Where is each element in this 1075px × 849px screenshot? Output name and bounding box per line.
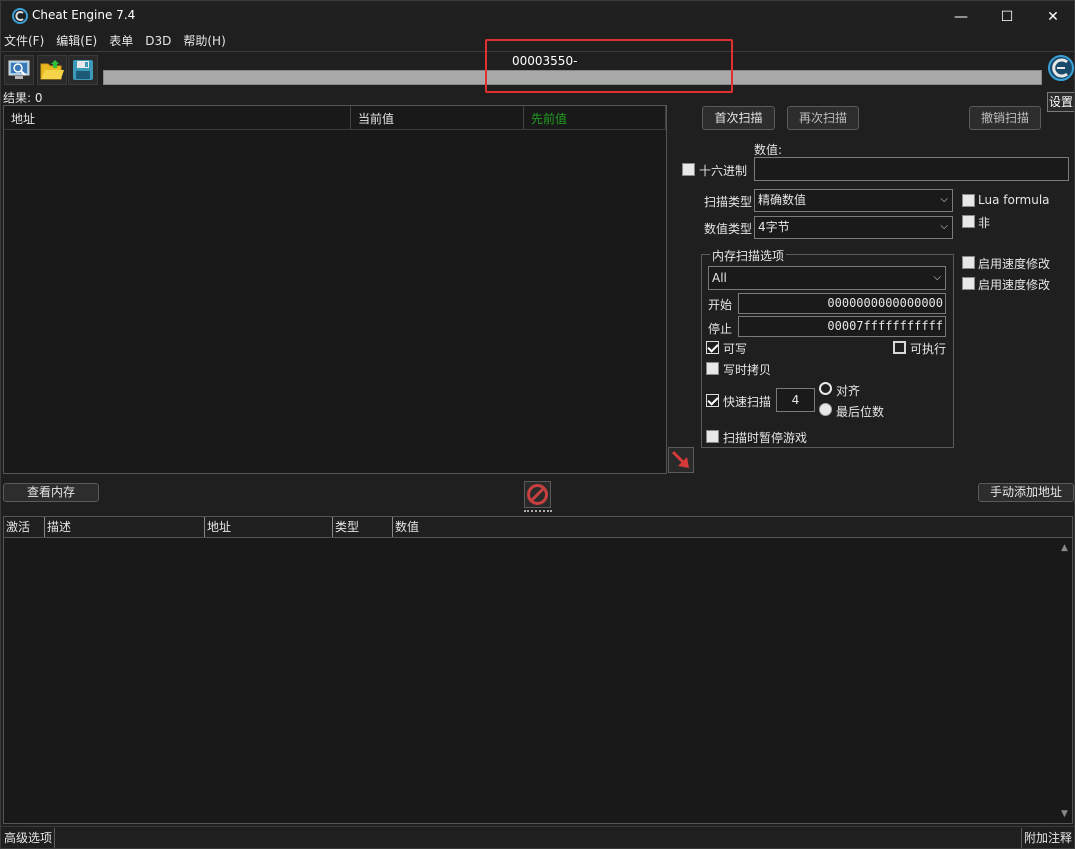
column-current-value[interactable]: 当前值 [351,106,524,130]
memory-region-select[interactable]: All ⌵ [708,266,946,290]
first-scan-button[interactable]: 首次扫描 [702,106,775,130]
advanced-options-button[interactable]: 高级选项 [1,828,55,848]
pause-game-checkbox[interactable] [706,430,719,443]
column-previous-value[interactable]: 先前值 [524,106,666,130]
fast-scan-checkbox[interactable] [706,394,719,407]
scan-type-value: 精确数值 [758,193,807,207]
value-input[interactable] [754,157,1069,181]
status-bar: 高级选项 附加注释 [1,826,1074,848]
scroll-up-icon[interactable]: ▲ [1061,543,1068,553]
maximize-button[interactable]: ☐ [984,1,1030,32]
open-file-icon [40,60,64,80]
scroll-down-icon[interactable]: ▼ [1061,809,1068,819]
fast-scan-label: 快速扫描 [723,395,772,409]
menu-d3d[interactable]: D3D [143,32,173,50]
close-button[interactable]: ✕ [1030,1,1074,32]
value-label: 数值: [754,143,783,157]
not-checkbox[interactable] [962,215,975,228]
arrow-down-right-icon [671,450,689,468]
next-scan-button[interactable]: 再次扫描 [787,106,859,130]
copy-on-write-label: 写时拷贝 [723,363,772,377]
speedhack-label-2: 启用速度修改 [978,278,1051,292]
menu-table[interactable]: 表单 [107,32,135,50]
add-to-list-button[interactable] [668,447,694,473]
last-digits-label: 最后位数 [836,405,885,419]
save-file-icon [73,60,93,80]
cheat-engine-window: Cheat Engine 7.4 — ☐ ✕ 文件(F) 编辑(E) 表单 D3… [0,0,1075,849]
undo-scan-button[interactable]: 撤销扫描 [969,106,1041,130]
view-memory-button[interactable]: 查看内存 [3,483,99,502]
speedhack-label-1: 启用速度修改 [978,257,1051,271]
last-digits-radio[interactable] [819,403,832,416]
lua-formula-checkbox[interactable] [962,194,975,207]
memory-scan-options-title: 内存扫描选项 [710,247,787,264]
hex-label: 十六进制 [699,164,748,178]
column-address[interactable]: 地址 [4,106,351,130]
writable-checkbox[interactable] [706,341,719,354]
speedhack-checkbox-1[interactable] [962,256,975,269]
menu-file[interactable]: 文件(F) [2,32,46,50]
splitter-handle[interactable] [524,510,552,512]
column-active[interactable]: 激活 [4,517,45,537]
copy-on-write-checkbox[interactable] [706,362,719,375]
align-label: 对齐 [836,384,861,398]
no-entry-icon [527,484,548,505]
chevron-down-icon: ⌵ [933,272,941,283]
scan-type-select[interactable]: 精确数值 ⌵ [754,189,953,212]
cheat-table-header: 激活 描述 地址 类型 数值 [4,517,1072,538]
start-address-input[interactable]: 0000000000000000 [738,293,946,314]
hex-checkbox[interactable] [682,163,695,176]
lua-formula-label: Lua formula [978,193,1050,207]
column-value[interactable]: 数值 [393,517,1072,537]
value-type-label: 数值类型 [704,222,753,236]
found-list-header: 地址 当前值 先前值 [4,106,666,130]
menu-edit[interactable]: 编辑(E) [54,32,99,50]
writable-label: 可写 [723,342,748,356]
column-description[interactable]: 描述 [45,517,205,537]
open-process-button[interactable] [4,55,34,85]
minimize-button[interactable]: — [938,1,984,32]
executable-label: 可执行 [910,342,947,356]
column-address[interactable]: 地址 [205,517,333,537]
settings-button[interactable]: 设置 [1047,92,1074,112]
results-count: 结果: 0 [3,91,43,105]
save-file-button[interactable] [68,55,98,85]
column-type[interactable]: 类型 [333,517,393,537]
align-radio[interactable] [819,382,832,395]
open-file-button[interactable] [37,55,67,85]
title-bar: Cheat Engine 7.4 — ☐ ✕ [1,1,1074,32]
cheat-engine-logo-icon[interactable] [1047,54,1075,86]
stop-address-input[interactable]: 00007fffffffffff [738,316,946,337]
cheat-table-list[interactable]: 激活 描述 地址 类型 数值 ▲ ▼ [3,516,1073,824]
fast-scan-input[interactable]: 4 [776,388,815,412]
speedhack-checkbox-2[interactable] [962,277,975,290]
cheat-engine-logo-icon [12,8,28,24]
table-comments-button[interactable]: 附加注释 [1021,828,1074,848]
chevron-down-icon: ⌵ [940,194,948,205]
found-address-list[interactable]: 地址 当前值 先前值 [3,105,667,474]
stop-label: 停止 [708,322,733,336]
scan-type-label: 扫描类型 [704,195,753,209]
value-type-value: 4字节 [758,220,790,234]
menu-help[interactable]: 帮助(H) [181,32,227,50]
executable-checkbox[interactable] [893,341,906,354]
start-label: 开始 [708,298,733,312]
value-type-select[interactable]: 4字节 ⌵ [754,216,953,239]
highlight-annotation [485,39,733,93]
add-address-manually-button[interactable]: 手动添加地址 [978,483,1074,502]
toolbar: 00003550- [1,39,1075,93]
window-title: Cheat Engine 7.4 [32,8,136,22]
open-process-icon [8,60,30,79]
not-label: 非 [978,216,991,230]
chevron-down-icon: ⌵ [940,221,948,232]
memory-region-value: All [712,271,727,285]
pause-game-label: 扫描时暂停游戏 [723,431,808,445]
clear-list-button[interactable] [524,481,551,508]
